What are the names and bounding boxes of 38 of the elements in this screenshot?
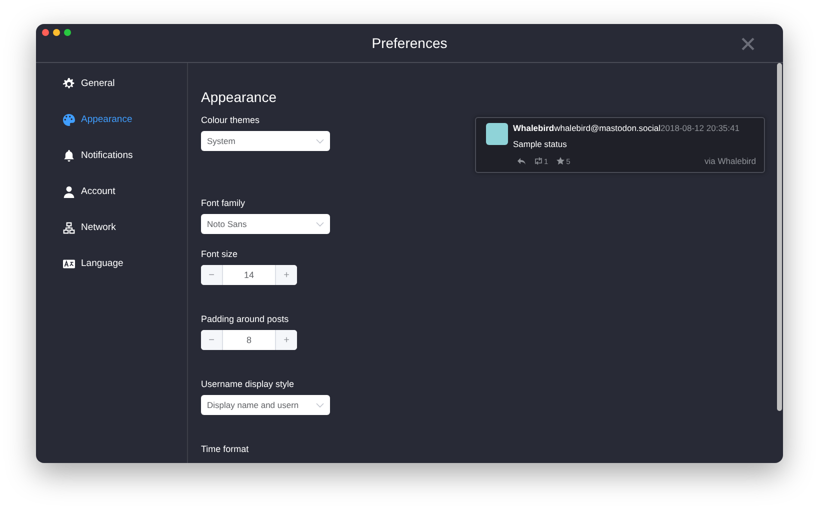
network-icon <box>63 222 75 234</box>
status-text: Sample status <box>513 139 568 149</box>
sidebar-item[interactable]: Network <box>63 219 187 236</box>
display-name: Whalebird <box>513 123 554 133</box>
via-text: via Whalebird <box>704 156 756 166</box>
field-label: Font size <box>201 249 239 259</box>
chevron-down-icon <box>316 222 324 226</box>
chevron-down-icon <box>316 402 324 408</box>
sidebar-item[interactable]: General <box>63 75 187 92</box>
field-label: Time format <box>201 444 250 454</box>
maximize-button[interactable] <box>64 29 71 36</box>
close-window-button[interactable] <box>42 29 49 36</box>
palette-icon <box>63 114 75 126</box>
field-label: Colour themes <box>201 115 261 125</box>
sidebar-item[interactable]: Appearance <box>63 111 187 128</box>
reply-icon[interactable] <box>517 157 526 165</box>
window-title: Preferences <box>372 35 448 51</box>
minimize-button[interactable] <box>53 29 60 36</box>
scrollbar[interactable] <box>777 63 782 411</box>
sidebar-item[interactable]: Account <box>63 183 187 200</box>
section-heading: Appearance <box>201 89 278 105</box>
timestamp: 2018-08-12 20:35:41 <box>660 123 740 133</box>
account-name: whalebird@mastodon.social <box>554 123 661 133</box>
chevron-down-icon <box>316 138 324 144</box>
sidebar-item[interactable]: Notifications <box>63 147 187 164</box>
close-icon[interactable] <box>741 37 755 51</box>
person-icon <box>63 186 75 198</box>
sidebar-item[interactable]: Language <box>63 255 187 272</box>
language-icon <box>63 258 75 270</box>
field-label: Font family <box>201 198 246 208</box>
field-label: Padding around posts <box>201 314 290 324</box>
avatar-icon <box>486 123 508 145</box>
gear-icon <box>63 78 75 90</box>
field-label: Username display style <box>201 379 296 389</box>
bell-icon <box>63 150 75 162</box>
select-field[interactable]: Display name and usern <box>201 395 330 415</box>
select-field[interactable]: Noto Sans <box>201 214 330 234</box>
select-field[interactable]: System <box>201 131 330 151</box>
